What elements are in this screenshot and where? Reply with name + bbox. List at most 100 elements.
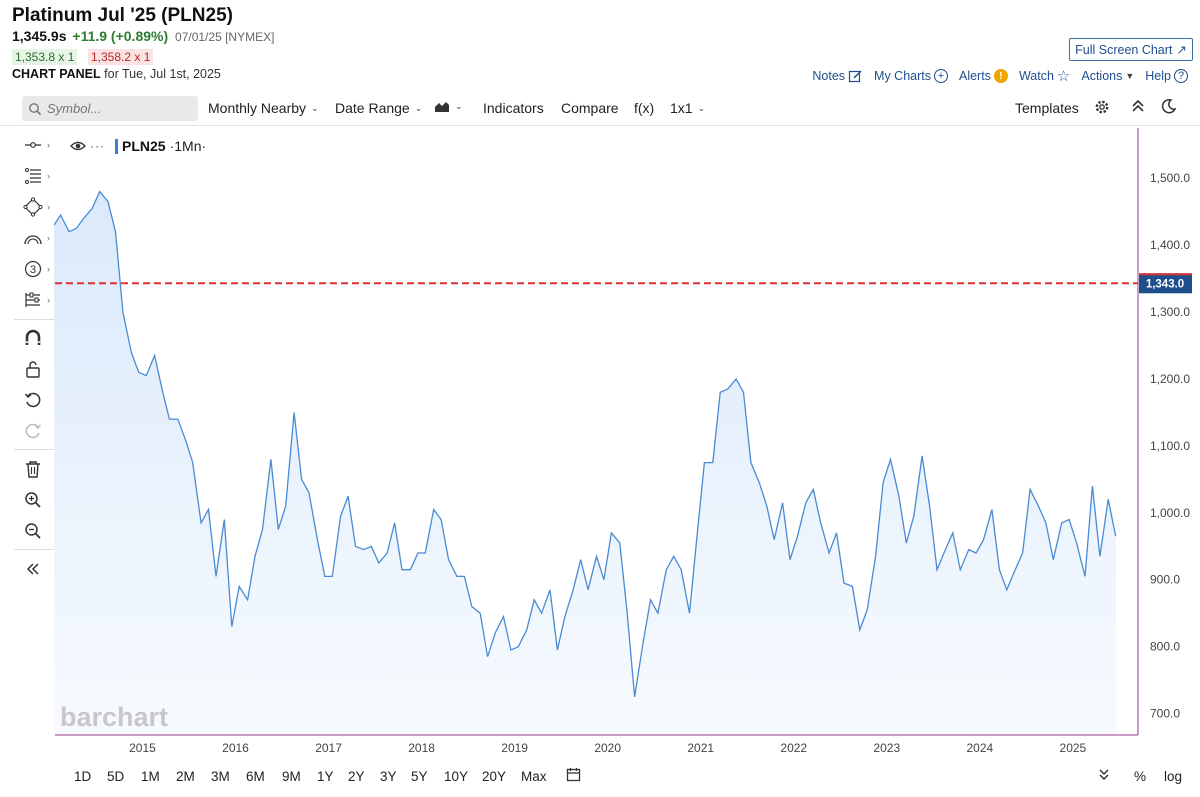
barchart-watermark: barchart	[60, 702, 168, 732]
fx-button[interactable]: f(x)	[634, 100, 654, 116]
chart-actions: Notes My Charts + Alerts ! Watch ☆ Actio…	[812, 67, 1188, 85]
alert-icon: !	[993, 69, 1008, 83]
chevron-down-icon: ⌄	[697, 102, 706, 113]
double-chevron-down-icon	[1099, 769, 1109, 781]
date-range-label: Date Range	[335, 100, 410, 116]
y-tick-label: 1,500.0	[1150, 171, 1190, 185]
help-label: Help	[1145, 69, 1171, 83]
external-arrow-icon: ↗	[1176, 43, 1187, 57]
last-price-marker-top	[1139, 273, 1192, 276]
period-10y[interactable]: 10Y	[444, 769, 468, 784]
series-legend[interactable]: ··· PLN25 ·1Mn·	[70, 138, 206, 154]
more-options-icon[interactable]: ···	[90, 139, 105, 153]
my-charts-button[interactable]: My Charts +	[874, 69, 948, 83]
last-price-label: 1,343.0	[1146, 278, 1184, 290]
chart-toolbar: Monthly Nearby ⌄ Date Range ⌄ ⌄ Indicato…	[0, 92, 1200, 126]
x-tick-label: 2016	[222, 741, 249, 755]
y-tick-label: 1,100.0	[1150, 439, 1190, 453]
panel-date: for Tue, Jul 1st, 2025	[104, 67, 221, 81]
price-chart[interactable]: barchart 700.0 800.0 900.0 1,000.0 1,100.0 1,2…	[0, 128, 1200, 763]
period-2m[interactable]: 2M	[176, 769, 195, 784]
alerts-button[interactable]: Alerts !	[959, 69, 1008, 83]
watch-label: Watch	[1018, 69, 1054, 83]
period-max[interactable]: Max	[521, 769, 547, 784]
y-tick-label: 900.0	[1150, 573, 1180, 587]
watch-button[interactable]: Watch ☆	[1019, 67, 1070, 85]
period-1d[interactable]: 1D	[74, 769, 91, 784]
help-icon: ?	[1174, 69, 1188, 83]
y-tick-label: 1,300.0	[1150, 305, 1190, 319]
symbol-search[interactable]	[22, 96, 198, 121]
calendar-icon	[566, 768, 581, 782]
y-tick-label: 1,200.0	[1150, 372, 1190, 386]
chevron-down-icon: ⌄	[414, 102, 423, 113]
series-interval: ·1Mn·	[169, 138, 207, 154]
expand-down-button[interactable]	[1098, 768, 1110, 785]
percent-scale-button[interactable]: %	[1134, 769, 1146, 784]
price-change: +11.9 (+0.89%)	[72, 28, 169, 44]
price-area	[54, 191, 1116, 736]
alerts-label: Alerts	[958, 69, 991, 83]
x-tick-label: 2023	[873, 741, 900, 755]
x-tick-label: 2017	[315, 741, 342, 755]
period-3m[interactable]: 3M	[211, 769, 230, 784]
period-9m[interactable]: 9M	[282, 769, 301, 784]
period-1m[interactable]: 1M	[141, 769, 160, 784]
chevron-down-icon: ⌄	[455, 101, 463, 111]
moon-icon	[1161, 98, 1177, 114]
y-tick-label: 800.0	[1150, 640, 1180, 654]
interval-dropdown[interactable]: Monthly Nearby ⌄	[208, 100, 319, 116]
notes-label: Notes	[812, 69, 846, 83]
indicators-button[interactable]: Indicators	[483, 100, 544, 116]
log-scale-button[interactable]: log	[1164, 769, 1182, 784]
period-20y[interactable]: 20Y	[482, 769, 506, 784]
templates-button[interactable]: Templates	[1015, 100, 1079, 116]
chevron-down-icon: ⌄	[311, 102, 319, 113]
last-price: 1,345.9s	[12, 28, 67, 44]
search-icon	[29, 102, 42, 115]
x-tick-label: 2015	[129, 741, 156, 755]
compare-button[interactable]: Compare	[561, 100, 619, 116]
calendar-button[interactable]	[566, 767, 581, 785]
quote-meta: 07/01/25 [NYMEX]	[175, 30, 275, 44]
chart-panel-label: CHART PANEL for Tue, Jul 1st, 2025	[12, 67, 221, 81]
my-charts-label: My Charts	[874, 69, 931, 83]
edit-icon	[848, 69, 862, 82]
bid-badge: 1,353.8 x 1	[12, 49, 78, 65]
eye-icon[interactable]	[70, 140, 86, 152]
y-tick-label: 1,400.0	[1150, 238, 1190, 252]
date-range-dropdown[interactable]: Date Range ⌄	[335, 100, 422, 116]
symbol-input[interactable]	[47, 101, 187, 116]
period-3y[interactable]: 3Y	[380, 769, 397, 784]
layout-dropdown[interactable]: 1x1 ⌄	[670, 100, 705, 116]
double-chevron-up-icon	[1132, 99, 1144, 112]
actions-label: Actions	[1081, 69, 1123, 83]
help-button[interactable]: Help ?	[1145, 69, 1188, 83]
period-6m[interactable]: 6M	[246, 769, 265, 784]
period-1y[interactable]: 1Y	[317, 769, 334, 784]
period-5y[interactable]: 5Y	[411, 769, 428, 784]
x-tick-label: 2018	[408, 741, 435, 755]
panel-title: CHART PANEL	[12, 67, 101, 81]
bottom-bar: 1D 5D 1M 2M 3M 6M 9M 1Y 2Y 3Y 5Y 10Y 20Y Max % log	[0, 764, 1200, 788]
period-5d[interactable]: 5D	[107, 769, 124, 784]
x-tick-label: 2024	[966, 741, 993, 755]
collapse-up-button[interactable]	[1131, 98, 1145, 114]
full-screen-chart-button[interactable]: Full Screen Chart ↗	[1069, 38, 1193, 61]
x-tick-label: 2019	[501, 741, 528, 755]
actions-menu[interactable]: Actions ▼	[1081, 69, 1134, 83]
notes-button[interactable]: Notes	[812, 69, 863, 84]
x-tick-label: 2022	[780, 741, 807, 755]
layout-label: 1x1	[670, 100, 693, 116]
settings-button[interactable]	[1094, 99, 1110, 115]
x-tick-label: 2025	[1060, 741, 1087, 755]
quote-line: 1,345.9s +11.9 (+0.89%) 07/01/25 [NYMEX]	[12, 28, 274, 44]
chart-type-dropdown[interactable]: ⌄	[434, 100, 463, 113]
y-tick-label: 700.0	[1150, 707, 1180, 721]
instrument-title: Platinum Jul '25 (PLN25)	[12, 5, 233, 26]
caret-down-icon: ▼	[1125, 71, 1135, 81]
series-symbol: PLN25	[122, 138, 166, 154]
period-2y[interactable]: 2Y	[348, 769, 365, 784]
gear-icon	[1095, 100, 1109, 114]
dark-mode-button[interactable]	[1161, 98, 1177, 114]
